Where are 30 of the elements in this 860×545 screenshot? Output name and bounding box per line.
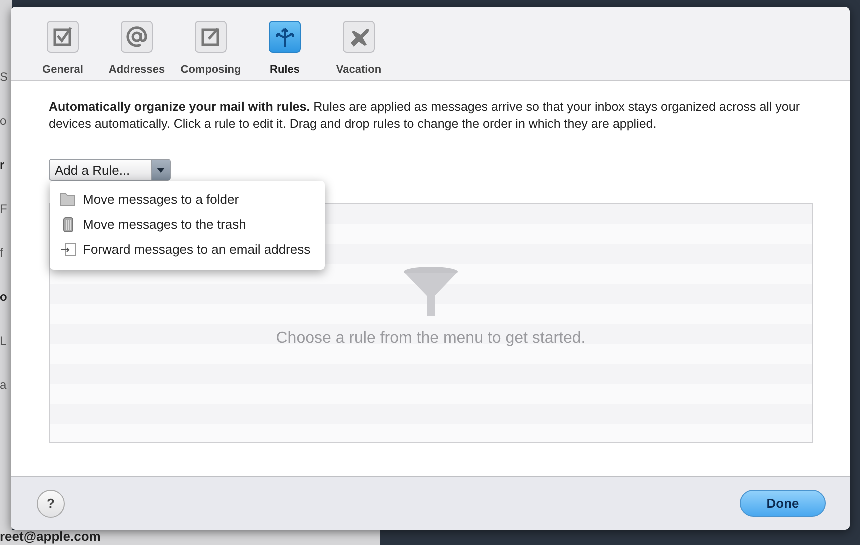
folder-icon: [60, 191, 77, 208]
empty-state-text: Choose a rule from the menu to get started.: [276, 330, 586, 348]
mail-list-text: L: [0, 334, 8, 348]
at-sign-icon: [121, 21, 153, 53]
mail-list-text: o: [0, 290, 8, 304]
menu-item[interactable]: Forward messages to an email address: [50, 237, 325, 262]
menu-item[interactable]: Move messages to the trash: [50, 212, 325, 237]
help-button[interactable]: ?: [37, 490, 65, 518]
mail-list-text: r: [0, 158, 6, 172]
mail-list-text: a: [0, 378, 8, 392]
email-address: reet@apple.com: [0, 530, 101, 544]
preferences-tab[interactable]: Addresses: [109, 7, 165, 80]
description-text: Automatically organize your mail with rules. Rules are applied as messages arrive so that your inbox stays organized across all your devices automatically. Click a rule to edit it. Drag and drop rules to change the order in which they are applied.: [49, 99, 801, 133]
compose-icon: [195, 21, 227, 53]
mail-list-text: F: [0, 202, 8, 216]
menu-item[interactable]: Move messages to a folder: [50, 187, 325, 212]
preferences-tab[interactable]: Vacation: [331, 7, 387, 80]
caret-icon: [151, 160, 170, 180]
preferences-tab[interactable]: Rules: [257, 7, 313, 80]
done-button[interactable]: Done: [740, 490, 826, 517]
funnel-icon: [403, 266, 459, 316]
mail-list-text: o: [0, 114, 8, 128]
add-rule-dropdown[interactable]: Add a Rule...: [49, 159, 171, 181]
preferences-tab[interactable]: Composing: [183, 7, 239, 80]
checkbox-icon: [47, 21, 79, 53]
branching-arrows-icon: [269, 21, 301, 53]
forward-icon: [60, 241, 77, 258]
mail-list-text: S: [0, 70, 10, 84]
preferences-tab[interactable]: General: [35, 7, 91, 80]
mail-list-text: f: [0, 246, 4, 260]
